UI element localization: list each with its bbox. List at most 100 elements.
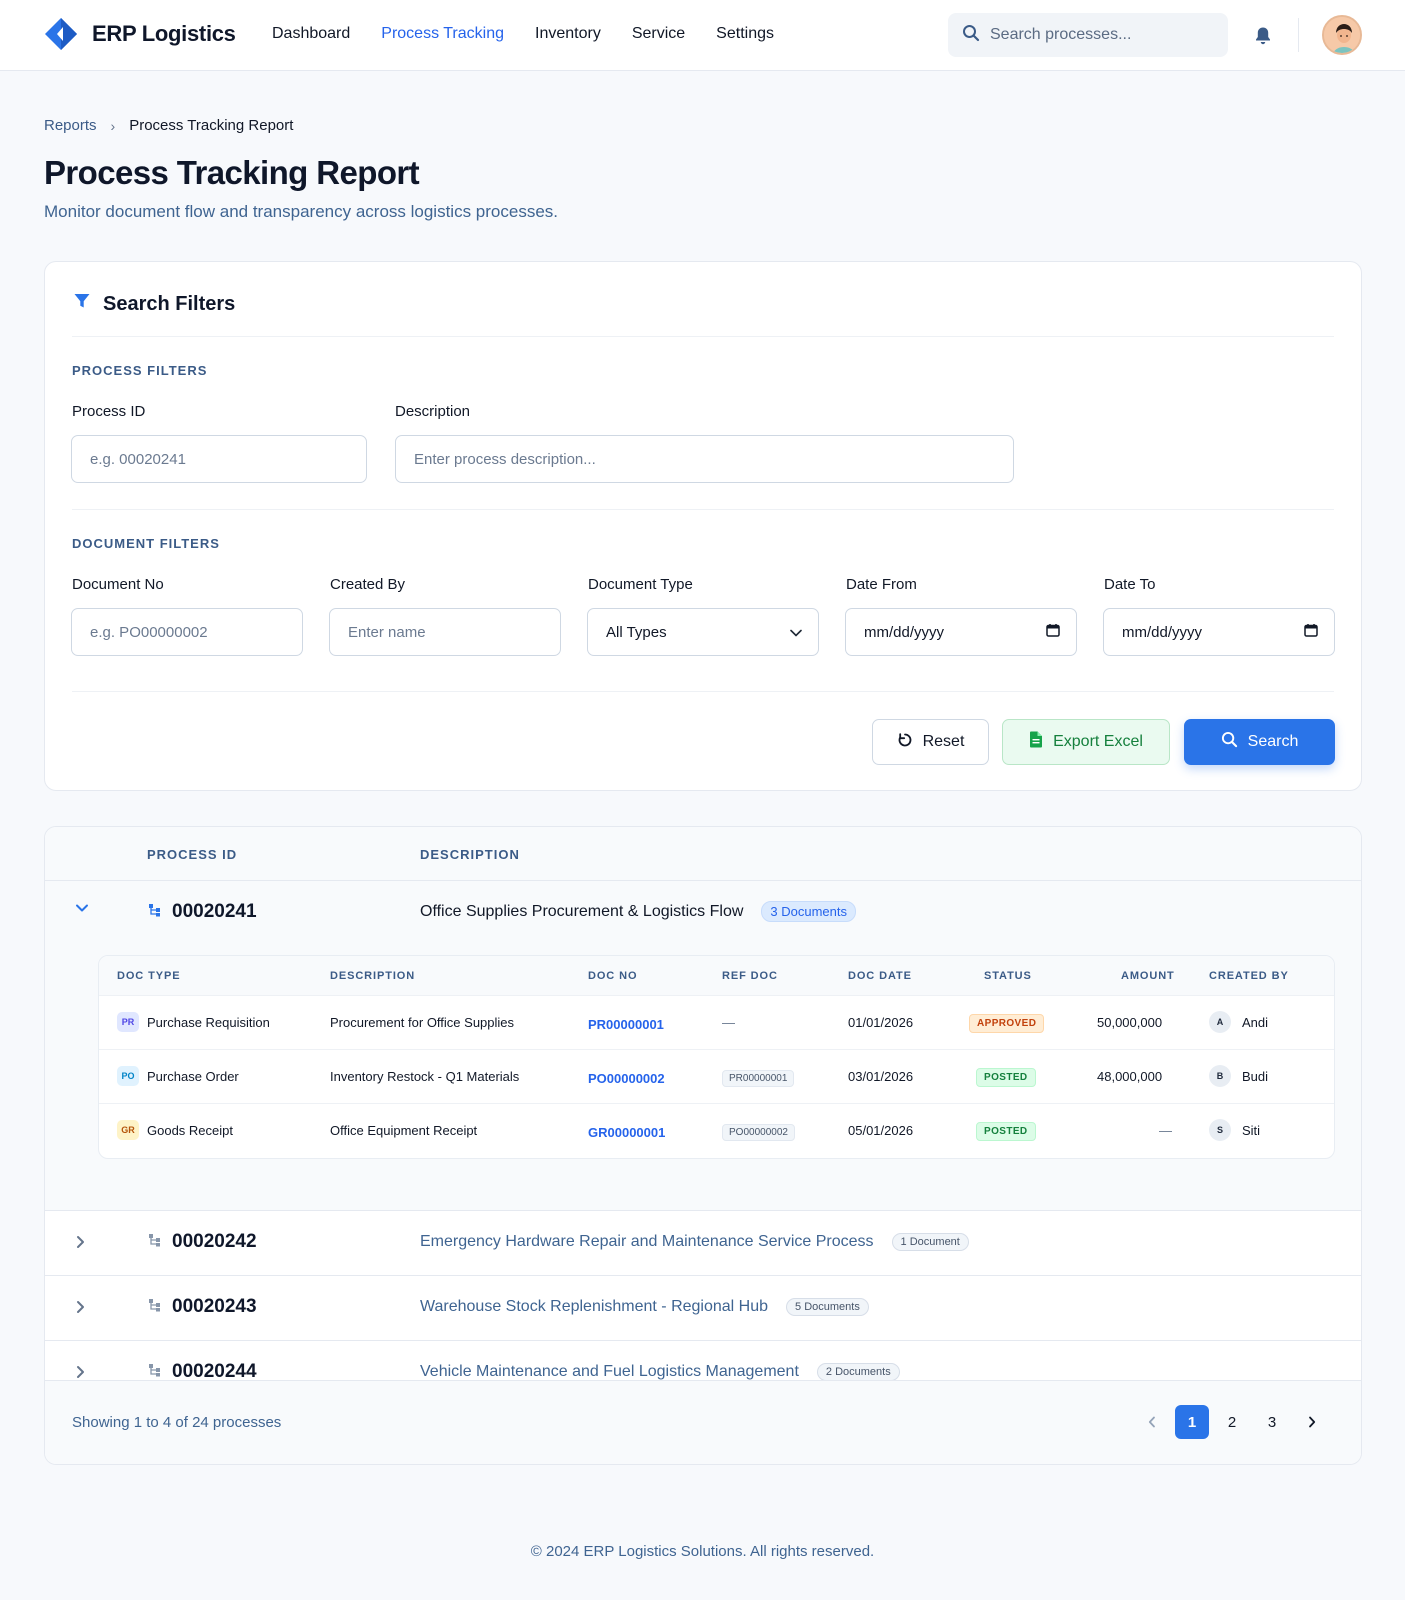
- doc-amount: —: [1159, 1123, 1172, 1138]
- hierarchy-icon: [148, 1296, 162, 1318]
- export-excel-button[interactable]: Export Excel: [1002, 719, 1170, 765]
- hierarchy-icon: [148, 901, 162, 923]
- user-avatar[interactable]: [1322, 15, 1362, 55]
- global-search[interactable]: [948, 13, 1228, 57]
- creator-initial-avatar: A: [1209, 1011, 1231, 1033]
- divider: [72, 336, 1334, 337]
- status-badge: POSTED: [976, 1122, 1036, 1141]
- creator-initial-avatar: S: [1209, 1119, 1231, 1141]
- process-row-expanded[interactable]: 00020241 Office Supplies Procurement & L…: [45, 881, 1361, 1211]
- doc-type-tag: PR: [117, 1012, 139, 1032]
- table-row[interactable]: PO Purchase Order Inventory Restock - Q1…: [99, 1050, 1334, 1104]
- created-by: Andi: [1242, 1015, 1269, 1030]
- table-row[interactable]: PR Purchase Requisition Procurement for …: [99, 996, 1334, 1050]
- document-count-badge: 2 Documents: [816, 1363, 900, 1381]
- nav-divider: [1298, 18, 1299, 52]
- page-button-2[interactable]: 2: [1215, 1405, 1249, 1439]
- table-row[interactable]: GR Goods Receipt Office Equipment Receip…: [99, 1104, 1334, 1158]
- doc-type-tag: GR: [117, 1120, 139, 1140]
- status-badge: POSTED: [976, 1068, 1036, 1087]
- brand[interactable]: ERP Logistics: [44, 17, 236, 51]
- process-row[interactable]: 00020244 Vehicle Maintenance and Fuel Lo…: [45, 1341, 1361, 1382]
- breadcrumb-current: Process Tracking Report: [129, 117, 294, 134]
- doc-no-link[interactable]: PR00000001: [588, 1017, 664, 1032]
- date-from-label: Date From: [846, 576, 917, 593]
- ref-doc-pill[interactable]: PR00000001: [722, 1070, 795, 1087]
- pagination: 1 2 3: [1135, 1405, 1329, 1439]
- document-no-label: Document No: [72, 576, 164, 593]
- chevron-right-icon[interactable]: [1295, 1405, 1329, 1439]
- process-table-card: PROCESS ID DESCRIPTION 00020241 Office S…: [44, 826, 1362, 1465]
- filter-funnel-icon: [73, 292, 91, 316]
- date-from-input[interactable]: mm/dd/yyyy: [845, 608, 1077, 656]
- chevron-left-icon[interactable]: [1135, 1405, 1169, 1439]
- chevron-right-icon[interactable]: [75, 1300, 85, 1319]
- doc-type-tag: PO: [117, 1066, 139, 1086]
- doc-type: Purchase Requisition: [147, 1015, 270, 1030]
- col-doc-description: DESCRIPTION: [330, 970, 416, 982]
- process-id-text: 00020241: [172, 901, 257, 922]
- search-button[interactable]: Search: [1184, 719, 1335, 765]
- ref-doc-pill[interactable]: PO00000002: [722, 1124, 795, 1141]
- calendar-icon[interactable]: [1304, 623, 1318, 641]
- diamond-logo-icon: [44, 17, 78, 51]
- pagination-summary: Showing 1 to 4 of 24 processes: [72, 1414, 282, 1431]
- doc-no-link[interactable]: PO00000002: [588, 1071, 665, 1086]
- global-search-input[interactable]: [990, 26, 1210, 44]
- nav-inventory[interactable]: Inventory: [535, 25, 601, 43]
- hierarchy-icon: [148, 1231, 162, 1253]
- col-description: DESCRIPTION: [420, 847, 520, 862]
- chevron-right-icon[interactable]: [75, 1235, 85, 1254]
- document-count-badge: 3 Documents: [761, 901, 856, 922]
- nav-service[interactable]: Service: [632, 25, 685, 43]
- date-from-value: mm/dd/yyyy: [864, 623, 945, 641]
- process-row[interactable]: 00020242 Emergency Hardware Repair and M…: [45, 1211, 1361, 1276]
- status-badge: APPROVED: [969, 1014, 1045, 1033]
- nav-process-tracking[interactable]: Process Tracking: [381, 25, 504, 43]
- search-icon: [1221, 731, 1238, 753]
- creator-initial-avatar: B: [1209, 1065, 1231, 1087]
- date-to-input[interactable]: mm/dd/yyyy: [1103, 608, 1335, 656]
- process-description-text: Emergency Hardware Repair and Maintenanc…: [420, 1233, 874, 1250]
- notification-bell-icon[interactable]: [1254, 26, 1272, 51]
- doc-amount: 50,000,000: [1097, 1015, 1163, 1030]
- date-to-value: mm/dd/yyyy: [1122, 623, 1203, 641]
- divider: [72, 691, 1334, 692]
- process-description: Vehicle Maintenance and Fuel Logistics M…: [420, 1363, 900, 1381]
- created-by-label: Created By: [330, 576, 406, 593]
- description-input[interactable]: [395, 435, 1014, 483]
- search-filters-card: Search Filters PROCESS FILTERS Process I…: [44, 261, 1362, 791]
- chevron-down-icon[interactable]: [75, 900, 89, 918]
- doc-description: Procurement for Office Supplies: [330, 1015, 515, 1030]
- doc-type: Purchase Order: [147, 1069, 239, 1084]
- table-header: PROCESS ID DESCRIPTION: [45, 827, 1361, 881]
- doc-no-link[interactable]: GR00000001: [588, 1125, 665, 1140]
- created-by: Budi: [1242, 1069, 1269, 1084]
- created-by-input[interactable]: [329, 608, 561, 656]
- process-id: 00020243: [148, 1296, 257, 1318]
- document-no-input[interactable]: [71, 608, 303, 656]
- nav-settings[interactable]: Settings: [716, 25, 774, 43]
- process-id: 00020242: [148, 1231, 257, 1253]
- process-row[interactable]: 00020243 Warehouse Stock Replenishment -…: [45, 1276, 1361, 1341]
- doc-date: 05/01/2026: [848, 1123, 914, 1138]
- process-id: 00020241: [148, 901, 257, 923]
- reset-label: Reset: [922, 733, 965, 750]
- nav-dashboard[interactable]: Dashboard: [272, 25, 350, 43]
- page-button-1[interactable]: 1: [1175, 1405, 1209, 1439]
- calendar-icon[interactable]: [1046, 623, 1060, 641]
- page-button-3[interactable]: 3: [1255, 1405, 1289, 1439]
- document-type-value: All Types: [606, 623, 667, 641]
- document-type-select[interactable]: All Types: [587, 608, 819, 656]
- breadcrumb-reports-link[interactable]: Reports: [44, 117, 97, 134]
- process-description: Warehouse Stock Replenishment - Regional…: [420, 1298, 869, 1316]
- date-to-label: Date To: [1104, 576, 1156, 593]
- process-id-input[interactable]: [71, 435, 367, 483]
- spreadsheet-file-icon: [1029, 731, 1043, 753]
- divider: [72, 509, 1334, 510]
- main-nav: Dashboard Process Tracking Inventory Ser…: [272, 25, 774, 43]
- process-description: Emergency Hardware Repair and Maintenanc…: [420, 1233, 969, 1251]
- document-count-badge: 1 Document: [891, 1233, 969, 1251]
- description-label: Description: [395, 403, 471, 420]
- reset-button[interactable]: Reset: [872, 719, 989, 765]
